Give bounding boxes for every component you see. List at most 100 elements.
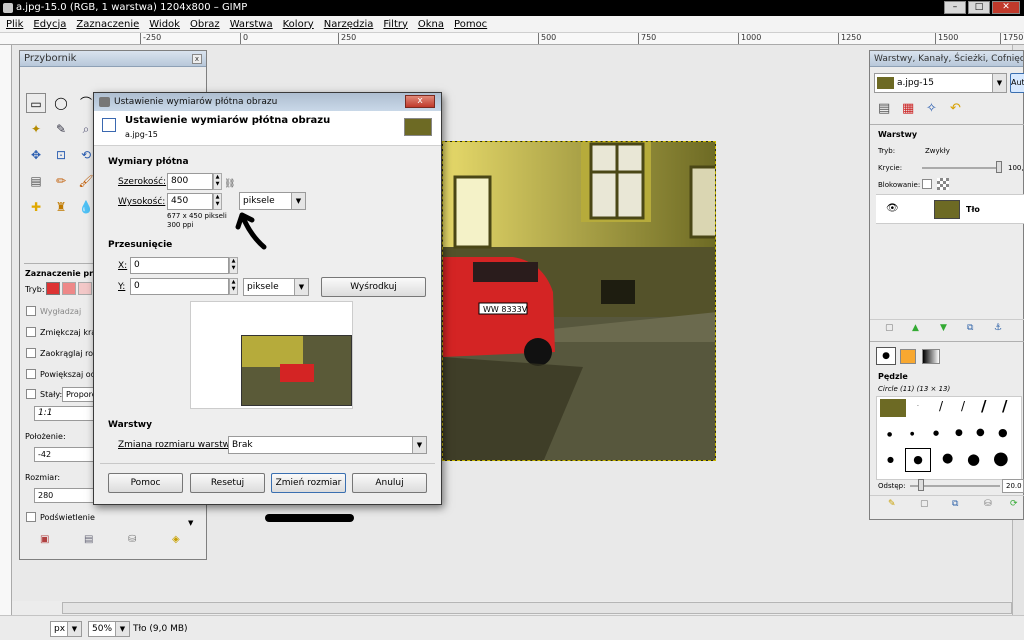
horizontal-ruler[interactable]: -250 0 250 500 750 1000 1250 1500 1750 — [0, 33, 1024, 45]
zoom-select[interactable]: 50% ▼ — [88, 621, 130, 637]
close-icon[interactable]: x — [192, 54, 202, 64]
new-layer-icon[interactable]: ▢ — [885, 323, 894, 333]
brush-dot[interactable]: ● — [887, 431, 892, 438]
y-offset-input[interactable]: 0 — [130, 278, 229, 295]
ellipse-select-tool-icon[interactable]: ◯ — [51, 93, 71, 113]
brush-dot[interactable]: ● — [933, 429, 939, 437]
undo-tab-icon[interactable]: ↶ — [950, 101, 961, 116]
expand-center-checkbox[interactable] — [26, 369, 36, 379]
fuzzy-select-tool-icon[interactable]: ✦ — [26, 119, 46, 139]
refresh-brushes-icon[interactable]: ⟳ — [1010, 499, 1018, 509]
height-input[interactable]: 450 — [167, 193, 213, 210]
center-button[interactable]: Wyśrodkuj — [321, 277, 426, 297]
cancel-button[interactable]: Anuluj — [352, 473, 427, 493]
delete-options-icon[interactable]: ⛁ — [128, 534, 136, 545]
maximize-button[interactable]: □ — [968, 1, 990, 14]
brush-line[interactable]: / — [961, 399, 965, 413]
highlight-checkbox[interactable] — [26, 512, 36, 522]
brush-dot[interactable]: · — [917, 403, 919, 410]
y-offset-spinner[interactable]: ▲ ▼ — [229, 278, 238, 295]
x-offset-spinner[interactable]: ▲ ▼ — [229, 257, 238, 274]
layer-row[interactable]: 👁 Tło — [876, 194, 1024, 224]
reset-options-icon[interactable]: ◈ — [172, 534, 180, 545]
lock-pixels-checkbox[interactable] — [922, 179, 932, 189]
crop-tool-icon[interactable]: ⊡ — [51, 145, 71, 165]
duplicate-brush-icon[interactable]: ⧉ — [952, 499, 958, 509]
brush-line[interactable]: / — [939, 399, 943, 413]
close-window-button[interactable]: ✕ — [992, 1, 1020, 14]
menu-okna[interactable]: Okna — [418, 19, 444, 30]
width-spinner[interactable]: ▲ ▼ — [213, 173, 222, 190]
round-corners-checkbox[interactable] — [26, 348, 36, 358]
pencil-tool-icon[interactable]: ✏ — [51, 171, 71, 191]
menu-kolory[interactable]: Kolory — [283, 19, 314, 30]
restore-options-icon[interactable]: ▤ — [84, 534, 93, 545]
horizontal-scrollbar[interactable] — [62, 602, 1012, 614]
brush-dot[interactable]: ● — [976, 427, 985, 438]
brush-dot[interactable]: ● — [910, 431, 914, 437]
gradient-tool-icon[interactable]: ▤ — [26, 171, 46, 191]
brush-dot[interactable]: ● — [887, 455, 894, 464]
opacity-slider-handle[interactable] — [996, 161, 1002, 173]
feather-checkbox[interactable] — [26, 327, 36, 337]
antialias-checkbox[interactable] — [26, 306, 36, 316]
minimize-button[interactable]: – — [944, 1, 966, 14]
brush-dot[interactable]: ● — [998, 426, 1008, 439]
spacing-slider-handle[interactable] — [918, 479, 924, 491]
menu-obraz[interactable]: Obraz — [190, 19, 220, 30]
unit-select[interactable]: px ▼ — [50, 621, 82, 637]
patterns-tab-icon[interactable] — [900, 349, 916, 364]
chain-link-icon[interactable]: ⛓ — [224, 179, 235, 189]
duplicate-layer-icon[interactable]: ⧉ — [967, 323, 973, 333]
image-select[interactable]: a.jpg-15 ▼ — [874, 73, 1007, 93]
anchor-layer-icon[interactable]: ⚓ — [994, 323, 1002, 333]
dialog-close-button[interactable]: x — [405, 95, 435, 108]
clone-tool-icon[interactable]: ♜ — [51, 197, 71, 217]
auto-button[interactable]: Auto — [1010, 73, 1024, 93]
brush-selected[interactable]: ● — [905, 448, 931, 472]
channels-tab-icon[interactable]: ▦ — [902, 101, 914, 116]
spacing-input[interactable]: 20.0 — [1002, 479, 1024, 493]
size-unit-select[interactable]: piksele ▼ — [239, 192, 306, 210]
scroll-down-icon[interactable]: ▼ — [188, 519, 193, 527]
mode-subtract-icon[interactable] — [78, 282, 92, 295]
brush-dot[interactable]: ● — [993, 448, 1009, 469]
fixed-checkbox[interactable] — [26, 389, 36, 399]
offset-unit-select[interactable]: piksele ▼ — [243, 278, 309, 296]
image-canvas[interactable]: WW 8333V — [442, 141, 716, 461]
lock-alpha-icon[interactable] — [937, 178, 949, 190]
gradients-tab-icon[interactable] — [922, 349, 940, 364]
brush-line[interactable]: / — [1002, 397, 1007, 415]
brush-line[interactable]: / — [981, 397, 986, 415]
brush-dot[interactable]: ● — [967, 450, 980, 468]
mode-replace-icon[interactable] — [46, 282, 60, 295]
reset-button[interactable]: Resetuj — [190, 473, 265, 493]
height-spinner[interactable]: ▲ ▼ — [213, 193, 222, 210]
visibility-eye-icon[interactable]: 👁 — [886, 203, 899, 214]
brush-dot[interactable]: ● — [955, 428, 963, 438]
x-offset-input[interactable]: 0 — [130, 257, 229, 274]
lower-layer-icon[interactable]: ▼ — [940, 323, 947, 333]
resize-layers-select[interactable]: Brak ▼ — [228, 436, 427, 454]
menu-warstwa[interactable]: Warstwa — [230, 19, 273, 30]
raise-layer-icon[interactable]: ▲ — [912, 323, 919, 333]
menu-pomoc[interactable]: Pomoc — [454, 19, 487, 30]
rect-select-tool-icon[interactable]: ▭ — [26, 93, 46, 113]
menu-plik[interactable]: Plik — [6, 19, 23, 30]
brushes-grid[interactable]: · / / / / ● ● ● ● ● ● ● ● ● ● ● — [876, 396, 1022, 480]
color-picker-tool-icon[interactable]: ✎ — [51, 119, 71, 139]
preview-area[interactable] — [190, 301, 353, 409]
brush-thumb-image[interactable] — [880, 399, 906, 417]
menu-filtry[interactable]: Filtry — [383, 19, 408, 30]
new-brush-icon[interactable]: ▢ — [920, 499, 929, 509]
brush-dot[interactable]: ● — [942, 451, 953, 466]
layers-tab-icon[interactable]: ▤ — [878, 101, 890, 116]
mode-add-icon[interactable] — [62, 282, 76, 295]
brushes-tab-icon[interactable]: ● — [876, 347, 896, 365]
save-options-icon[interactable]: ▣ — [40, 534, 49, 545]
move-tool-icon[interactable]: ✥ — [26, 145, 46, 165]
heal-tool-icon[interactable]: ✚ — [26, 197, 46, 217]
help-button[interactable]: Pomoc — [108, 473, 183, 493]
menu-widok[interactable]: Widok — [149, 19, 180, 30]
delete-brush-icon[interactable]: ⛁ — [984, 499, 992, 509]
